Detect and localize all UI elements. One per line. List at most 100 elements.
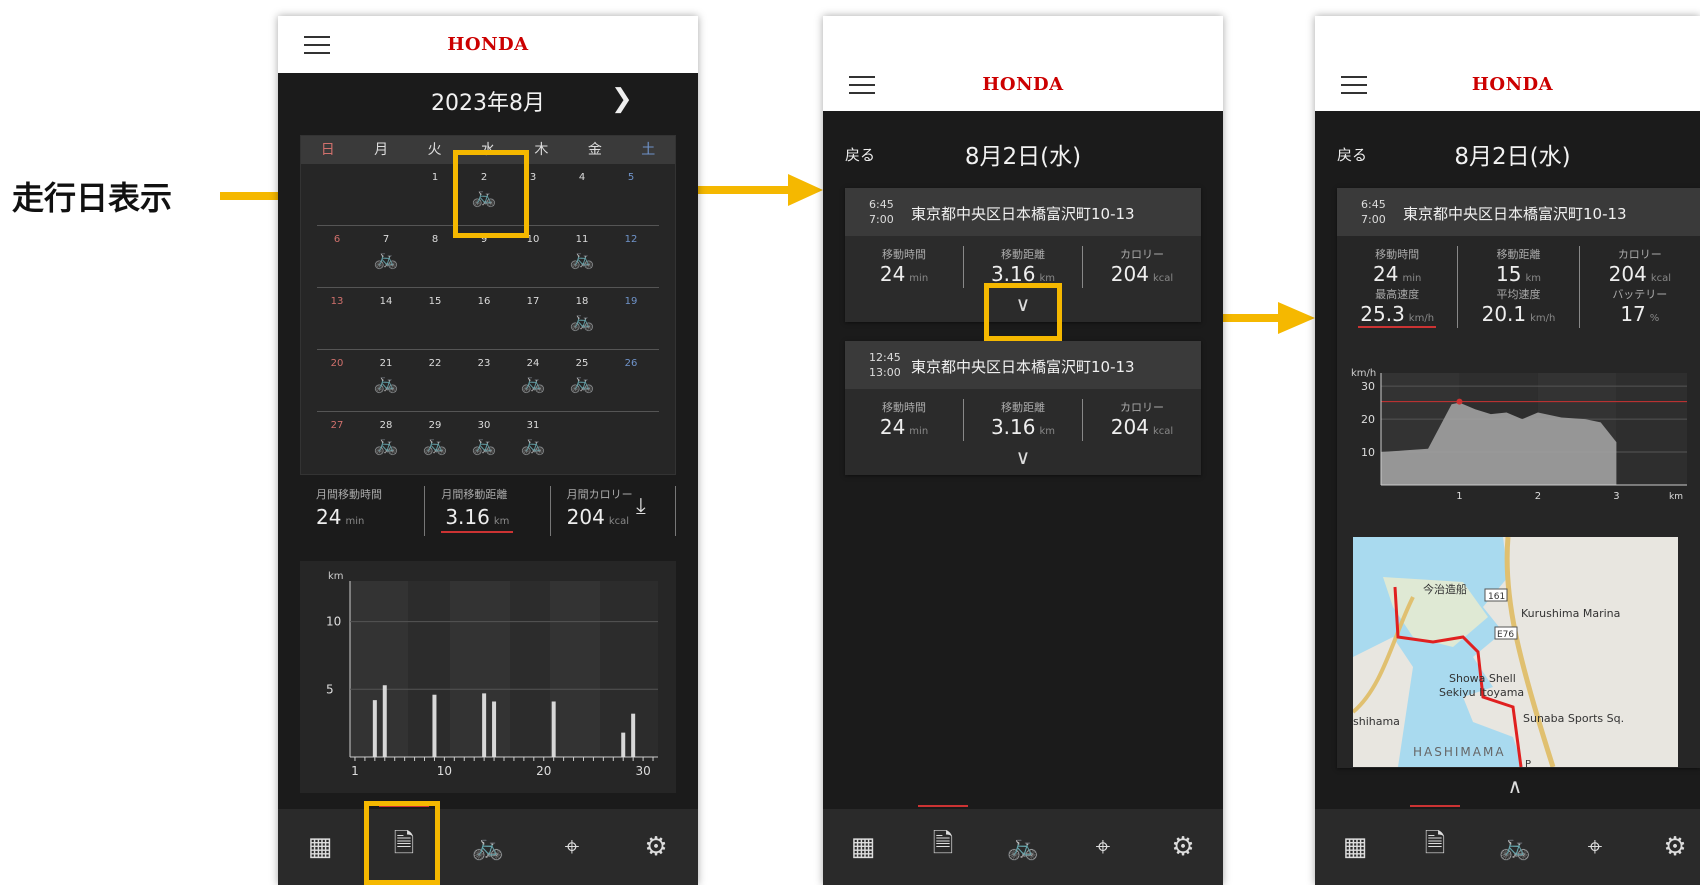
bicycle-icon: 🚲 — [520, 370, 546, 394]
calendar-day[interactable]: 19 — [607, 288, 655, 307]
calendar-day[interactable]: 31 🚲 — [509, 412, 557, 455]
calendar-day[interactable]: 8 — [411, 226, 459, 245]
day-number: 14 — [379, 296, 393, 307]
calendar-day[interactable]: 22 — [411, 350, 459, 369]
y-tick-label: 10 — [326, 615, 341, 629]
calendar-day[interactable]: 21 🚲 — [362, 350, 410, 393]
calendar-day[interactable]: 1 — [411, 164, 459, 183]
download-icon[interactable]: ⤓ — [636, 494, 646, 519]
calendar-day[interactable]: 17 — [509, 288, 557, 307]
calendar-day[interactable]: 26 — [607, 350, 655, 369]
calendar-day[interactable]: 23 — [460, 350, 508, 369]
map-label: E76 — [1497, 630, 1514, 640]
day-header: 戻る 8月2日(水) — [823, 111, 1223, 181]
monthly-distance-stat[interactable]: 月間移動距離 3.16 km — [425, 486, 551, 536]
chart-band — [510, 581, 550, 757]
battery-stat[interactable]: バッテリー 17% — [1580, 286, 1700, 328]
grid-icon[interactable]: ▦ — [1330, 832, 1380, 862]
calendar-day[interactable]: 4 — [558, 164, 606, 183]
day-number: 7 — [382, 234, 390, 245]
chart-bar — [382, 685, 387, 757]
x-tick-label: 2 — [1535, 491, 1541, 502]
calendar-day[interactable]: 11 🚲 — [558, 226, 606, 269]
map-label: HASHIMAMA — [1413, 745, 1506, 759]
trip-stats: 移動時間 24 min 移動距離 3.16 km カロリー 204 kcal — [845, 389, 1201, 447]
weekday-label: 土 — [641, 142, 656, 158]
calendar-day[interactable]: 27 — [313, 412, 361, 431]
calendar-day[interactable]: 20 — [313, 350, 361, 369]
stat-value: 24 min — [316, 505, 365, 529]
trip-card[interactable]: 12:45 13:00 東京都中央区日本橋富沢町10-13 移動時間 24 min 移… — [845, 341, 1201, 475]
location-pin-icon[interactable]: ⌖ — [1570, 832, 1620, 863]
top-bar: HONDA — [823, 16, 1223, 111]
y-axis-unit: km/h — [1351, 368, 1376, 379]
chart-band — [1616, 373, 1687, 485]
chart-bar — [372, 700, 377, 757]
max-speed-stat[interactable]: 最高速度 25.3 km/h — [1337, 286, 1459, 328]
map-label: Showa Shell — [1449, 672, 1516, 685]
activity-log-icon[interactable]: 🗎 — [918, 805, 968, 869]
trip-address: 東京都中央区日本橋富沢町10-13 — [1403, 205, 1627, 223]
settings-gear-icon[interactable]: ⚙ — [1650, 832, 1700, 862]
trip-stats-row1: 移動時間 24 min 移動距離 15 km カロリー 204 kcal — [1337, 236, 1700, 288]
day-number: 6 — [333, 234, 341, 245]
trip-time-stat: 移動時間 24 min — [1337, 246, 1459, 288]
day-number: 12 — [624, 234, 638, 245]
calendar-day[interactable]: 30 🚲 — [460, 412, 508, 455]
calendar-day[interactable]: 18 🚲 — [558, 288, 606, 331]
day-number: 20 — [330, 358, 344, 369]
y-tick-label: 20 — [1361, 413, 1375, 426]
calendar-day[interactable]: 13 — [313, 288, 361, 307]
trip-header: 6:45 7:00 東京都中央区日本橋富沢町10-13 — [845, 188, 1201, 236]
trip-detail-screen: HONDA 戻る 8月2日(水) 6:45 7:00 東京都中央区日本橋富沢町10… — [1315, 16, 1700, 885]
weekday-label: 日 — [320, 142, 335, 158]
trip-calorie-stat: カロリー 204 kcal — [1608, 248, 1672, 286]
route-map[interactable]: 今治造船 161 E76 Kurushima Marina Showa Shel… — [1353, 537, 1678, 767]
day-number: 19 — [624, 296, 638, 307]
activity-log-icon[interactable]: 🗎 — [1410, 805, 1460, 869]
day-number: 8 — [431, 234, 439, 245]
honda-logo: HONDA — [447, 34, 529, 55]
calendar-day[interactable]: 14 — [362, 288, 410, 307]
bike-speed-icon[interactable]: 🚲 — [463, 832, 513, 862]
stat-label: 月間移動距離 — [441, 488, 508, 501]
day-number: 24 — [526, 358, 540, 369]
bike-speed-icon[interactable]: 🚲 — [1490, 832, 1540, 862]
day-number: 13 — [330, 296, 344, 307]
monthly-time-stat[interactable]: 月間移動時間 24 min — [300, 486, 426, 536]
calendar-day[interactable]: 5 — [607, 164, 655, 183]
calendar-day[interactable]: 12 — [607, 226, 655, 245]
chart-band — [450, 581, 510, 757]
location-pin-icon[interactable]: ⌖ — [547, 832, 597, 863]
grid-icon[interactable]: ▦ — [838, 832, 888, 862]
calendar-day[interactable]: 28 🚲 — [362, 412, 410, 455]
top-bar: HONDA — [278, 16, 698, 73]
settings-gear-icon[interactable]: ⚙ — [1158, 832, 1208, 862]
trip-stats-row2: 最高速度 25.3 km/h 平均速度 20.1 km/h バッテリー 17% — [1337, 286, 1700, 336]
calendar-day[interactable]: 7 🚲 — [362, 226, 410, 269]
calendar-day[interactable]: 6 — [313, 226, 361, 245]
trip-calorie-stat: カロリー 204 kcal — [1110, 401, 1174, 439]
calendar-day[interactable]: 24 🚲 — [509, 350, 557, 393]
calendar-day[interactable]: 29 🚲 — [411, 412, 459, 455]
chevron-up-icon[interactable]: ∧ — [1505, 776, 1525, 796]
calendar-day[interactable]: 25 🚲 — [558, 350, 606, 393]
bicycle-icon: 🚲 — [520, 432, 546, 456]
day-detail-screen: HONDA 戻る 8月2日(水) 6:45 7:00 東京都中央区日本橋富沢町10… — [823, 16, 1223, 885]
tab-bar: ▦ 🗎 🚲 ⌖ ⚙ — [278, 805, 698, 885]
bicycle-icon: 🚲 — [471, 432, 497, 456]
location-pin-icon[interactable]: ⌖ — [1078, 832, 1128, 863]
grid-icon[interactable]: ▦ — [295, 832, 345, 862]
avg-speed-stat[interactable]: 平均速度 20.1 km/h — [1458, 286, 1580, 328]
chart-bar — [482, 693, 487, 757]
bike-speed-icon[interactable]: 🚲 — [998, 832, 1048, 862]
monthly-calorie-stat[interactable]: 月間カロリー 204 kcal — [551, 486, 676, 536]
x-tick-label: 30 — [635, 764, 650, 778]
highlight-expand-chevron — [984, 283, 1062, 341]
calendar-day[interactable]: 15 — [411, 288, 459, 307]
calendar-day[interactable]: 16 — [460, 288, 508, 307]
chevron-right-icon[interactable]: ❯ — [611, 84, 633, 114]
chevron-down-icon[interactable]: ∨ — [845, 447, 1201, 467]
day-number: 16 — [477, 296, 491, 307]
settings-gear-icon[interactable]: ⚙ — [631, 832, 681, 862]
